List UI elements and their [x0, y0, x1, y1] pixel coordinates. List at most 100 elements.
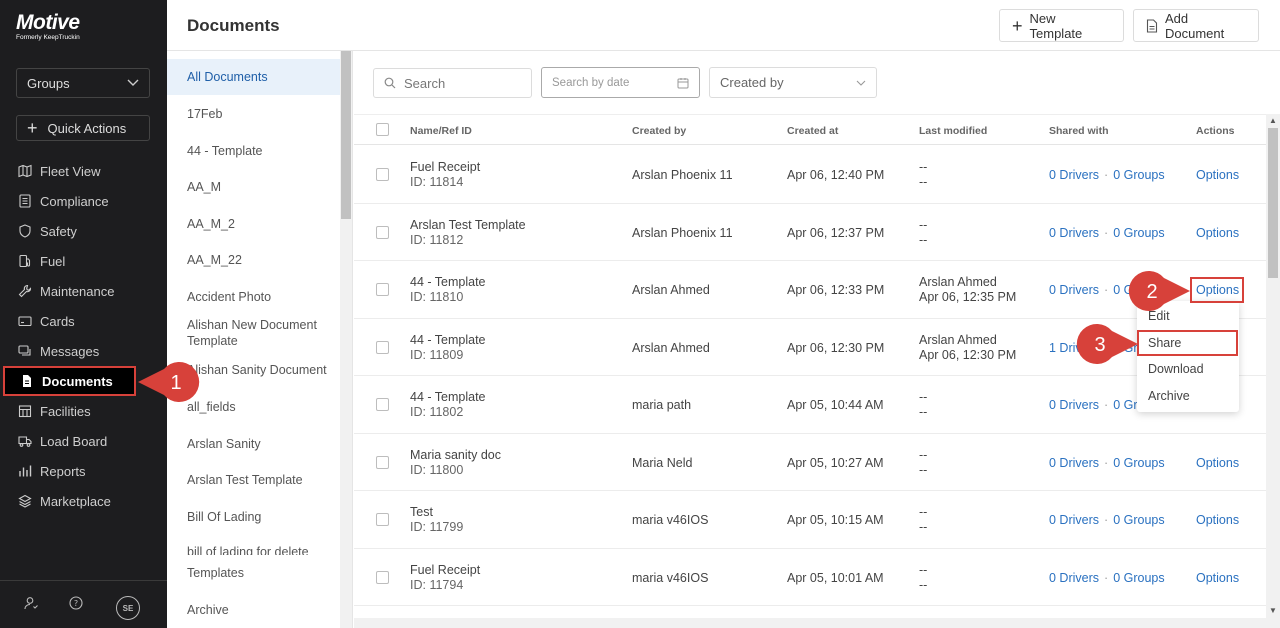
options-button[interactable]: Options [1196, 456, 1239, 470]
scroll-up-icon[interactable]: ▲ [1269, 116, 1277, 125]
groups-link[interactable]: 0 Groups [1113, 226, 1164, 240]
folder-item[interactable]: Arslan Test Template [167, 472, 340, 488]
document-name-cell[interactable]: 44 - Template ID: 11802 [410, 390, 486, 420]
row-checkbox[interactable] [376, 168, 389, 181]
drivers-link[interactable]: 0 Drivers [1049, 513, 1099, 527]
table-row[interactable]: Arslan Test Template ID: 11812 Arslan Phoe… [354, 204, 1266, 261]
folder-item[interactable]: 17Feb [167, 106, 340, 122]
drivers-link[interactable]: 0 Drivers [1049, 283, 1099, 297]
document-name-cell[interactable]: 44 - Template ID: 11810 [410, 275, 486, 305]
sidebar-item-cards[interactable]: Cards [0, 306, 167, 336]
drivers-link[interactable]: 0 Drivers [1049, 571, 1099, 585]
document-name-cell[interactable]: 44 - Template ID: 11809 [410, 333, 486, 363]
folder-scrollbar[interactable] [340, 51, 352, 628]
groups-link[interactable]: 0 Groups [1113, 571, 1164, 585]
column-header[interactable]: Created at [787, 125, 838, 137]
menu-item-download[interactable]: Download [1148, 362, 1204, 376]
search-input[interactable]: Search [373, 68, 532, 98]
folder-item[interactable]: Arslan Sanity [167, 436, 340, 452]
document-name-cell[interactable]: Fuel Receipt ID: 11794 [410, 563, 480, 593]
user-settings-icon[interactable] [24, 596, 38, 613]
groups-select[interactable]: Groups [16, 68, 150, 98]
archive-link[interactable]: Archive [167, 602, 340, 618]
document-ref-id: ID: 11799 [410, 520, 464, 534]
folder-item[interactable]: All Documents [167, 59, 340, 95]
column-header[interactable]: Name/Ref ID [410, 125, 472, 137]
column-header[interactable]: Last modified [919, 125, 987, 137]
scrollbar-thumb[interactable] [341, 51, 351, 219]
horizontal-scrollbar[interactable] [354, 618, 1280, 628]
created-by-select[interactable]: Created by [709, 67, 877, 98]
folder-item[interactable]: Bill Of Lading [167, 509, 340, 525]
sidebar-item-load-board[interactable]: Load Board [0, 426, 167, 456]
sidebar-item-compliance[interactable]: Compliance [0, 186, 167, 216]
table-row[interactable]: Test ID: 11799 maria v46IOS Apr 05, 10:15 A… [354, 491, 1266, 549]
folder-item[interactable]: 44 - Template [167, 143, 340, 159]
row-checkbox[interactable] [376, 570, 389, 584]
drivers-link[interactable]: 0 Drivers [1049, 226, 1099, 240]
date-search-input[interactable]: Search by date [541, 67, 700, 98]
column-header[interactable]: Created by [632, 125, 686, 137]
folder-item[interactable]: AA_M_2 [167, 216, 340, 232]
folder-item[interactable]: Alishan New Document Template [167, 317, 327, 349]
shared-with-cell: 0 Drivers · 0 Groups [1049, 571, 1165, 585]
row-checkbox[interactable] [376, 225, 389, 239]
sidebar-item-maintenance[interactable]: Maintenance [0, 276, 167, 306]
step-badge-3: 3 [1076, 324, 1138, 364]
sidebar-item-label: Reports [40, 463, 86, 479]
created-at-cell: Apr 06, 12:37 PM [787, 225, 885, 240]
options-button[interactable]: Options [1196, 513, 1239, 527]
table-row[interactable]: Maria sanity doc ID: 11800 Maria Neld Apr 0… [354, 434, 1266, 491]
groups-link[interactable]: 0 Groups [1113, 456, 1164, 470]
motive-logo[interactable]: Motive Formerly KeepTruckin [16, 12, 80, 42]
sidebar-item-fleet-view[interactable]: Fleet View [0, 156, 167, 186]
document-name-cell[interactable]: Fuel Receipt ID: 11814 [410, 160, 480, 190]
plus-icon: + [1012, 15, 1023, 36]
drivers-link[interactable]: 0 Drivers [1049, 168, 1099, 182]
drivers-link[interactable]: 0 Drivers [1049, 398, 1099, 412]
row-checkbox[interactable] [376, 398, 389, 411]
document-name: 44 - Template [410, 390, 486, 404]
sidebar-item-fuel[interactable]: Fuel [0, 246, 167, 276]
groups-link[interactable]: 0 Groups [1113, 168, 1164, 182]
options-button[interactable]: Options [1196, 226, 1239, 240]
help-icon[interactable]: ? [69, 596, 83, 613]
table-row[interactable]: Fuel Receipt ID: 11794 maria v46IOS Apr 05,… [354, 549, 1266, 606]
created-by-cell: Arslan Phoenix 11 [632, 225, 733, 240]
add-document-button[interactable]: Add Document [1133, 9, 1259, 42]
select-all-checkbox[interactable] [376, 123, 389, 136]
document-name-cell[interactable]: Test ID: 11799 [410, 505, 463, 535]
row-checkbox[interactable] [376, 283, 389, 296]
shared-with-cell: 0 Drivers · 0 Groups [1049, 513, 1165, 527]
row-checkbox[interactable] [376, 513, 389, 526]
folder-item[interactable]: AA_M_22 [167, 252, 340, 268]
sidebar-item-label: Load Board [40, 433, 108, 449]
groups-link[interactable]: 0 Groups [1113, 513, 1164, 527]
sidebar-item-documents[interactable]: Documents [3, 366, 136, 396]
document-name-cell[interactable]: Arslan Test Template ID: 11812 [410, 218, 526, 248]
document-name-cell[interactable]: Maria sanity doc ID: 11800 [410, 448, 501, 478]
folder-item[interactable]: Accident Photo [167, 289, 340, 305]
folder-item[interactable]: AA_M [167, 179, 340, 195]
avatar[interactable]: SE [116, 596, 140, 620]
options-button[interactable]: Options [1196, 168, 1239, 182]
table-scrollbar[interactable]: ▲ ▼ [1266, 114, 1280, 618]
row-checkbox[interactable] [376, 340, 389, 354]
scrollbar-thumb[interactable] [1268, 128, 1278, 278]
row-checkbox[interactable] [376, 455, 389, 469]
created-at-cell: Apr 05, 10:15 AM [787, 513, 884, 527]
templates-link[interactable]: Templates [167, 565, 340, 581]
drivers-link[interactable]: 0 Drivers [1049, 456, 1099, 470]
table-row[interactable]: 44 - Template ID: 11802 maria path Apr 05, … [354, 376, 1266, 434]
sidebar-item-marketplace[interactable]: Marketplace [0, 486, 167, 516]
folder-item[interactable]: bill of lading for delete [167, 545, 340, 555]
options-button[interactable]: Options [1196, 571, 1239, 585]
scroll-down-icon[interactable]: ▼ [1269, 606, 1277, 615]
sidebar-item-reports[interactable]: Reports [0, 456, 167, 486]
new-template-button[interactable]: + New Template [999, 9, 1124, 42]
sidebar-item-safety[interactable]: Safety [0, 216, 167, 246]
quick-actions-button[interactable]: + Quick Actions [16, 115, 150, 141]
menu-item-archive[interactable]: Archive [1148, 389, 1190, 403]
created-by-cell: Arslan Ahmed [632, 340, 710, 355]
table-row[interactable]: Fuel Receipt ID: 11814 Arslan Phoenix 11 Ap… [354, 146, 1266, 204]
